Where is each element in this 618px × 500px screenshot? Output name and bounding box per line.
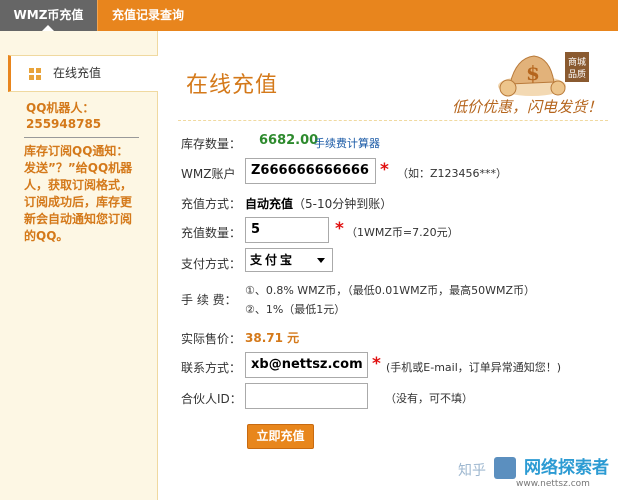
svg-text:品质: 品质 [568,68,586,80]
payment-method-select[interactable]: 支付宝 [245,248,333,272]
required-mark: * [372,354,381,374]
qq-robot-number: 255948785 [26,117,102,131]
payment-method-label: 支付方式： [181,257,242,271]
qq-robot-title: QQ机器人： [26,101,95,115]
stock-value: 6682.00 [259,133,319,148]
svg-text:www.nettsz.com: www.nettsz.com [516,479,590,489]
required-mark: * [335,219,344,239]
wmz-account-input[interactable]: Z666666666666 [245,158,376,184]
fee-rule-1: ①、0.8% WMZ币，（最低0.01WMZ币，最高50WMZ币） [245,284,536,297]
notice-line: 发送”？”给QQ机器 [24,161,133,175]
notice-line: 人，获取订阅格式， [24,178,133,192]
page-title: 在线充值 [186,73,279,98]
recharge-method-value: 自动充值 [245,197,294,211]
submit-recharge-button[interactable]: 立即充值 [247,424,314,449]
payment-method-value: 支付宝 [250,253,296,267]
actual-price-value: 38.71 元 [245,331,300,345]
fee-calculator-link[interactable]: 手续费计算器 [314,135,380,151]
stock-label: 库存数量： [181,137,242,151]
quantity-input[interactable]: 5 [245,217,329,243]
tab-recharge-records[interactable]: 充值记录查询 [112,0,184,31]
wmz-account-hint: （如：Z123456***） [397,167,508,180]
exchange-rate-hint: （1WMZ币=7.20元） [346,226,459,239]
top-tab-bar: WMZ币充值 充值记录查询 [0,0,618,31]
svg-text:网络探索者: 网络探索者 [524,457,609,478]
grid-icon [29,68,41,80]
tab-wmz-recharge[interactable]: WMZ币充值 [0,0,97,31]
quantity-label: 充值数量： [181,226,242,240]
sidebar-item-online-recharge[interactable]: 在线充值 [8,55,158,92]
watermark: 知乎 网络探索者 www.nettsz.com [458,457,609,489]
tab-separator [97,0,98,31]
fee-rule-2: ②、1%（最低1元） [245,303,346,316]
svg-text:$: $ [526,61,540,85]
actual-price-label: 实际售价： [181,332,242,346]
contact-hint: (手机或E-mail，订单异常通知您！) [386,361,562,374]
subscription-notice: 库存订阅QQ通知： 发送”？”给QQ机器 人，获取订阅格式， 订阅成功后，库存更… [24,143,140,245]
wmz-account-label: WMZ账户 [181,167,236,181]
svg-text:低价优惠，闪电发货！: 低价优惠，闪电发货！ [452,98,602,116]
notice-line: 库存订阅QQ通知： [24,144,129,158]
svg-text:知乎: 知乎 [458,462,486,479]
recharge-method-note: （5-10分钟到账） [293,197,393,211]
sidebar-item-label: 在线充值 [53,66,102,80]
promo-banner: $ 商城 品质 低价优惠，闪电发货！ [452,52,602,116]
notice-line: 新会自动通知您订阅 [24,212,133,226]
chevron-down-icon [317,258,325,263]
partner-id-input[interactable] [245,383,368,409]
fee-label: 手 续 费： [181,293,237,307]
notice-line: 的QQ。 [24,229,69,243]
required-mark: * [380,160,389,180]
notice-line: 订阅成功后，库存更 [24,195,133,209]
recharge-method-label: 充值方式： [181,197,242,211]
partner-id-label: 合伙人ID： [181,392,242,406]
partner-id-hint: （没有，可不填） [385,392,473,405]
sidebar-divider [24,137,139,138]
svg-text:商城: 商城 [568,56,586,68]
contact-input[interactable]: xb@nettsz.com [245,352,368,378]
contact-label: 联系方式： [181,361,242,375]
title-divider [178,120,608,121]
